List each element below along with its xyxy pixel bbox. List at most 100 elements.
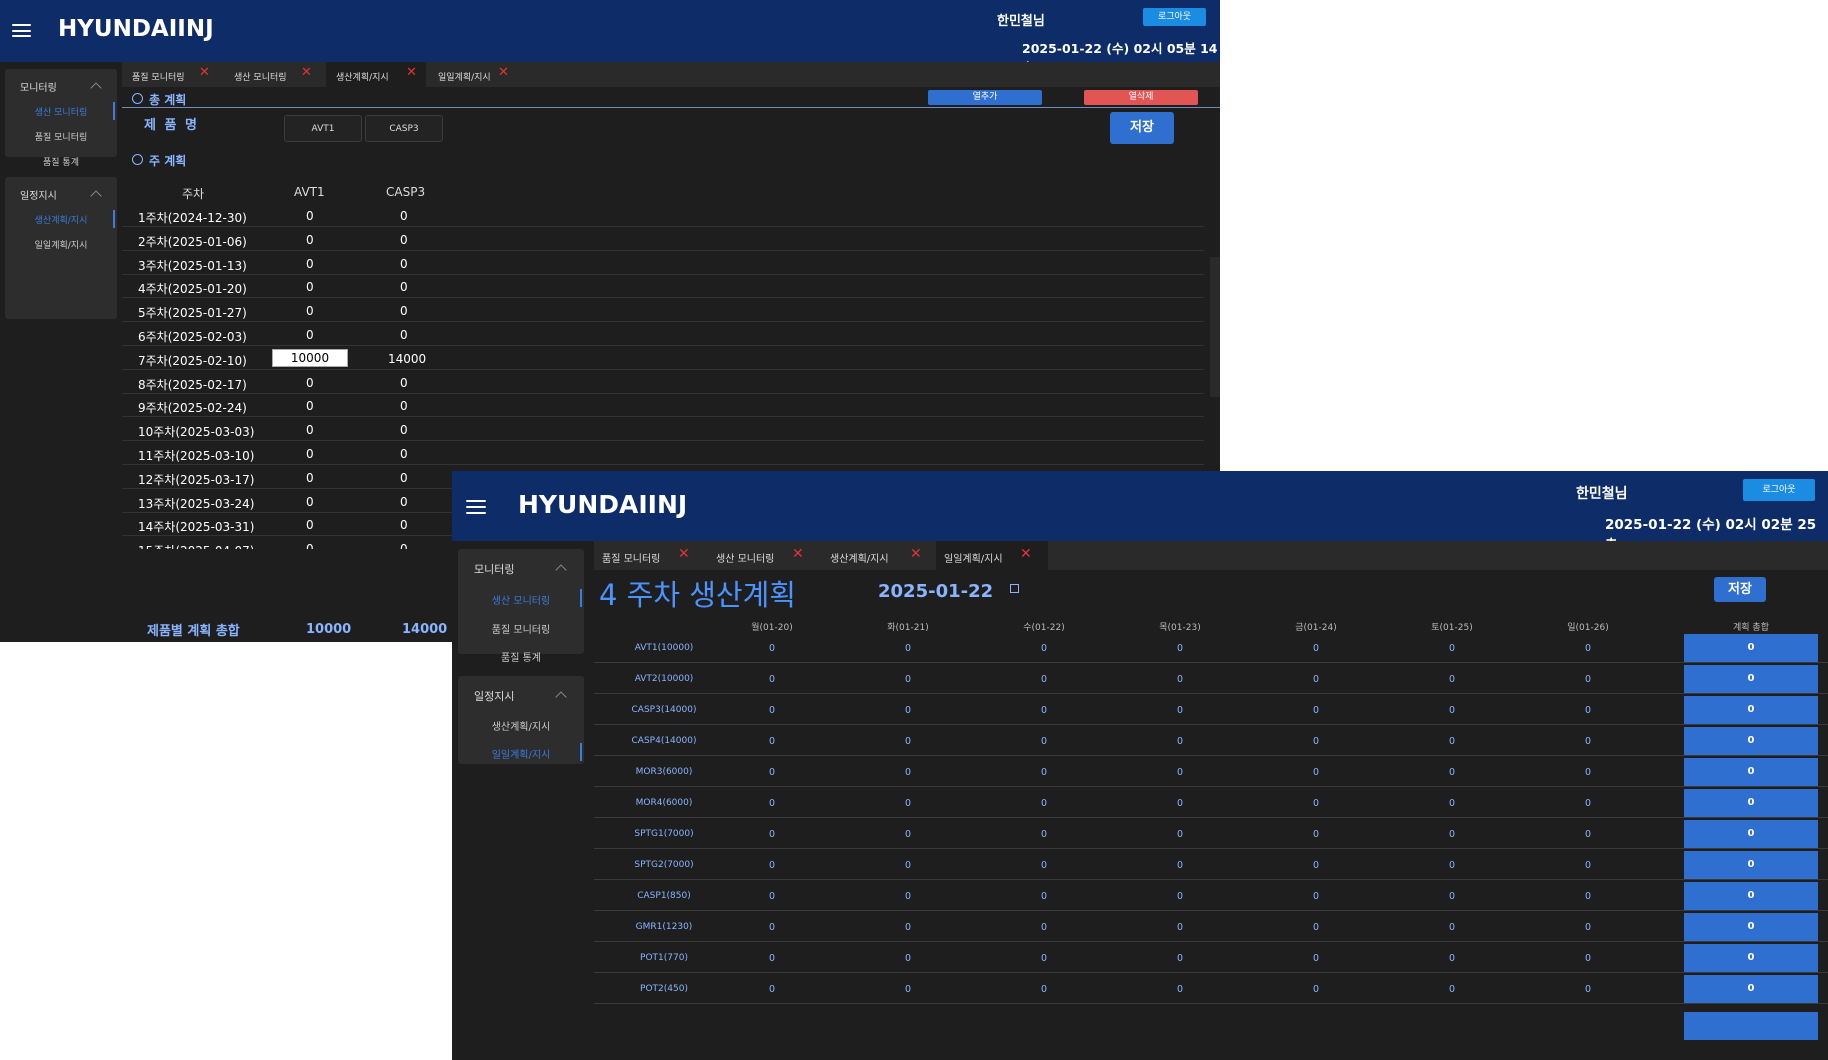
day-quantity[interactable]: 0 (1528, 767, 1648, 778)
chevron-up-icon[interactable] (555, 564, 567, 576)
day-quantity[interactable]: 0 (1120, 860, 1240, 871)
day-quantity[interactable]: 0 (1392, 643, 1512, 654)
day-quantity[interactable]: 0 (712, 674, 832, 685)
day-quantity[interactable]: 0 (1120, 705, 1240, 716)
logout-button[interactable]: 로그아웃 (1743, 479, 1815, 501)
chevron-up-icon[interactable] (90, 190, 102, 202)
close-icon[interactable]: ✕ (910, 546, 922, 562)
avt1-value[interactable]: 0 (306, 518, 314, 532)
avt1-value[interactable]: 0 (306, 257, 314, 271)
day-quantity[interactable]: 0 (1120, 829, 1240, 840)
close-icon[interactable]: ✕ (498, 65, 509, 80)
day-quantity[interactable]: 0 (1120, 984, 1240, 995)
sidebar-group-label[interactable]: 일정지시 (474, 688, 514, 704)
day-quantity[interactable]: 0 (712, 829, 832, 840)
avt1-value[interactable]: 0 (306, 209, 314, 223)
sidebar-group-label[interactable]: 모니터링 (474, 561, 514, 577)
day-quantity[interactable]: 0 (1528, 736, 1648, 747)
day-quantity[interactable]: 0 (1528, 984, 1648, 995)
casp3-value[interactable]: 0 (400, 233, 408, 247)
menu-icon[interactable] (466, 500, 486, 514)
day-quantity[interactable]: 0 (848, 736, 968, 747)
day-quantity[interactable]: 0 (1256, 767, 1376, 778)
day-quantity[interactable]: 0 (984, 798, 1104, 809)
tab-daily-plan[interactable]: 일일계획/지시 ✕ (936, 541, 1048, 570)
day-quantity[interactable]: 0 (1528, 829, 1648, 840)
avt1-value[interactable]: 0 (306, 447, 314, 461)
day-quantity[interactable]: 0 (712, 736, 832, 747)
day-quantity[interactable]: 0 (1256, 643, 1376, 654)
logout-button[interactable]: 로그아웃 (1143, 8, 1206, 26)
casp3-value[interactable]: 0 (400, 304, 408, 318)
day-quantity[interactable]: 0 (984, 643, 1104, 654)
casp3-value[interactable]: 0 (400, 257, 408, 271)
day-quantity[interactable]: 0 (712, 953, 832, 964)
sidebar-group-label[interactable]: 일정지시 (20, 187, 57, 202)
day-quantity[interactable]: 0 (1528, 953, 1648, 964)
day-quantity[interactable]: 0 (1392, 674, 1512, 685)
day-quantity[interactable]: 0 (1528, 891, 1648, 902)
date-value[interactable]: 2025-01-22 (878, 581, 993, 602)
close-icon[interactable]: ✕ (406, 65, 417, 80)
day-quantity[interactable]: 0 (1256, 953, 1376, 964)
day-quantity[interactable]: 0 (1256, 798, 1376, 809)
casp3-value[interactable]: 0 (400, 518, 408, 532)
casp3-value[interactable]: 0 (400, 542, 408, 549)
delete-column-button[interactable]: 열삭제 (1084, 90, 1198, 105)
casp3-value[interactable]: 0 (400, 495, 408, 509)
avt1-value[interactable]: 0 (306, 280, 314, 294)
day-quantity[interactable]: 0 (848, 767, 968, 778)
sidebar-item-daily-plan[interactable]: 일일계획/지시 (5, 238, 117, 251)
day-quantity[interactable]: 0 (848, 953, 968, 964)
day-quantity[interactable]: 0 (712, 767, 832, 778)
day-quantity[interactable]: 0 (984, 705, 1104, 716)
tab-production-monitoring[interactable]: 생산 모니터링 ✕ (708, 541, 820, 570)
tab-quality-monitoring[interactable]: 품질 모니터링 ✕ (594, 541, 706, 570)
day-quantity[interactable]: 0 (1392, 829, 1512, 840)
avt1-value[interactable]: 0 (306, 542, 314, 549)
close-icon[interactable]: ✕ (301, 65, 312, 80)
close-icon[interactable]: ✕ (199, 65, 210, 80)
day-quantity[interactable]: 0 (1256, 891, 1376, 902)
day-quantity[interactable]: 0 (712, 643, 832, 654)
sidebar-group-label[interactable]: 모니터링 (20, 79, 57, 94)
scrollbar[interactable] (1210, 257, 1220, 397)
close-icon[interactable]: ✕ (1020, 546, 1032, 562)
close-icon[interactable]: ✕ (792, 546, 804, 562)
avt1-value[interactable]: 0 (306, 304, 314, 318)
tab-production-plan[interactable]: 생산계획/지시 ✕ (822, 541, 934, 570)
day-quantity[interactable]: 0 (1120, 674, 1240, 685)
add-column-button[interactable]: 열추가 (928, 90, 1042, 105)
avt1-value[interactable]: 0 (306, 233, 314, 247)
day-quantity[interactable]: 0 (1528, 922, 1648, 933)
day-quantity[interactable]: 0 (1392, 922, 1512, 933)
sidebar-item-quality-stats[interactable]: 품질 통계 (458, 649, 584, 664)
day-quantity[interactable]: 0 (1528, 643, 1648, 654)
day-quantity[interactable]: 0 (984, 891, 1104, 902)
day-quantity[interactable]: 0 (984, 736, 1104, 747)
product-chip[interactable]: AVT1 (284, 115, 362, 142)
day-quantity[interactable]: 0 (848, 860, 968, 871)
day-quantity[interactable]: 0 (984, 953, 1104, 964)
casp3-value[interactable]: 14000 (388, 352, 426, 366)
avt1-value[interactable]: 0 (306, 328, 314, 342)
day-quantity[interactable]: 0 (1392, 860, 1512, 871)
day-quantity[interactable]: 0 (1120, 736, 1240, 747)
save-button[interactable]: 저장 (1714, 577, 1766, 602)
chevron-up-icon[interactable] (90, 82, 102, 94)
day-quantity[interactable]: 0 (712, 922, 832, 933)
day-quantity[interactable]: 0 (712, 860, 832, 871)
day-quantity[interactable]: 0 (984, 922, 1104, 933)
day-quantity[interactable]: 0 (848, 922, 968, 933)
casp3-value[interactable]: 0 (400, 328, 408, 342)
day-quantity[interactable]: 0 (1528, 674, 1648, 685)
avt1-value[interactable]: 0 (306, 376, 314, 390)
sidebar-item-production-plan[interactable]: 생산계획/지시 (458, 718, 584, 733)
tab-daily-plan[interactable]: 일일계획/지시 ✕ (428, 62, 528, 87)
total-plan-radio[interactable] (132, 93, 143, 104)
day-quantity[interactable]: 0 (1392, 984, 1512, 995)
day-quantity[interactable]: 0 (848, 643, 968, 654)
avt1-quantity-input[interactable]: 10000 (272, 348, 348, 367)
day-quantity[interactable]: 0 (1120, 922, 1240, 933)
tab-production-monitoring[interactable]: 생산 모니터링 ✕ (224, 62, 324, 87)
